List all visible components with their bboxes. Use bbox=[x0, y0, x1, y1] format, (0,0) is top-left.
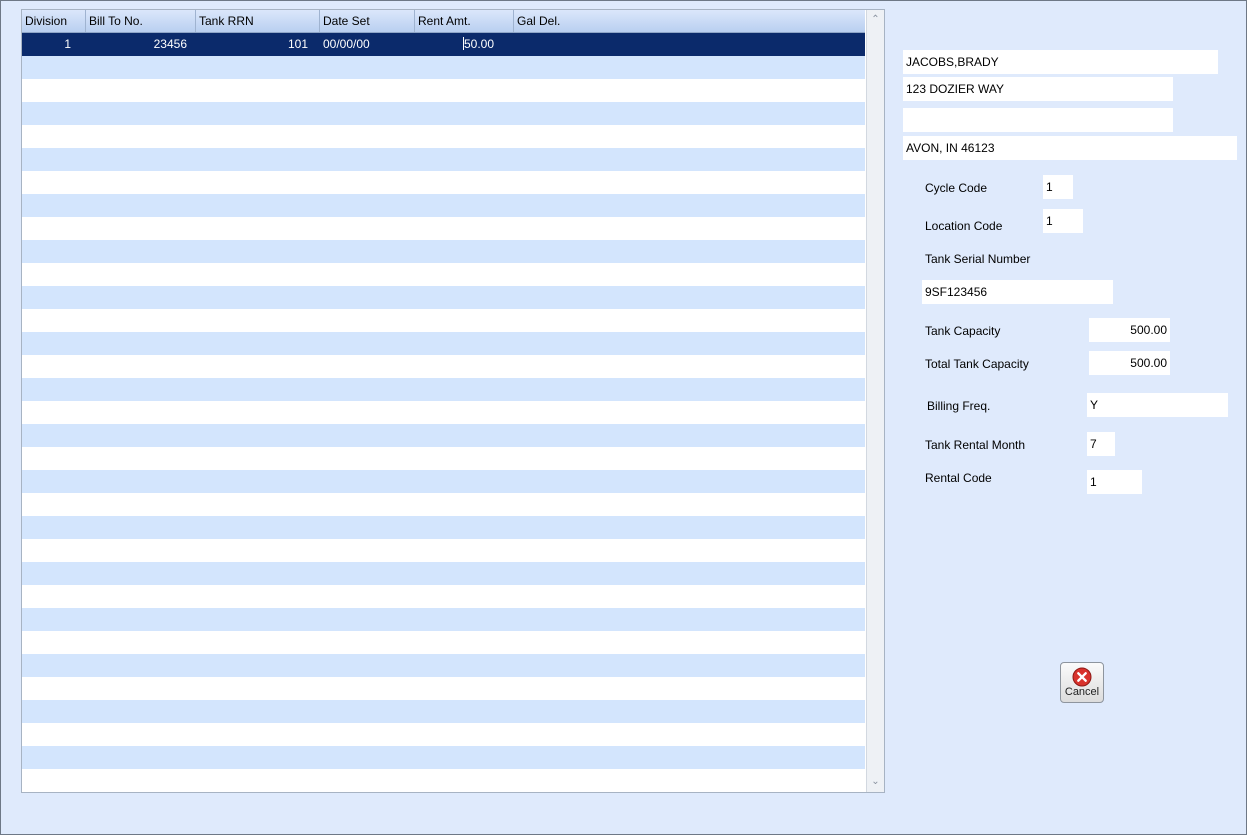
grid-rows: 1 23456 101 00/00/00 50.00 bbox=[22, 33, 865, 792]
table-row[interactable] bbox=[22, 723, 865, 746]
table-row[interactable] bbox=[22, 378, 865, 401]
billing-freq-field[interactable]: Y bbox=[1087, 393, 1228, 417]
table-row[interactable] bbox=[22, 217, 865, 240]
cell-division: 1 bbox=[64, 37, 71, 51]
table-row[interactable] bbox=[22, 125, 865, 148]
table-row[interactable] bbox=[22, 355, 865, 378]
column-header-division[interactable]: Division bbox=[22, 10, 86, 32]
address-line1-field[interactable]: 123 DOZIER WAY bbox=[903, 77, 1173, 101]
tank-serial-field[interactable]: 9SF123456 bbox=[922, 280, 1113, 304]
column-header-rent-amt[interactable]: Rent Amt. bbox=[415, 10, 514, 32]
rental-code-label: Rental Code bbox=[925, 471, 992, 485]
table-row[interactable] bbox=[22, 401, 865, 424]
rental-code-field[interactable]: 1 bbox=[1087, 470, 1142, 494]
table-row[interactable] bbox=[22, 631, 865, 654]
total-tank-capacity-field[interactable]: 500.00 bbox=[1089, 351, 1170, 375]
customer-name-field[interactable]: JACOBS,BRADY bbox=[903, 50, 1218, 74]
table-row[interactable] bbox=[22, 447, 865, 470]
city-state-zip-field[interactable]: AVON, IN 46123 bbox=[903, 136, 1237, 160]
table-row[interactable] bbox=[22, 516, 865, 539]
table-row[interactable] bbox=[22, 654, 865, 677]
tank-capacity-field[interactable]: 500.00 bbox=[1089, 318, 1170, 342]
cell-gal-del bbox=[514, 33, 634, 56]
column-header-gal-del[interactable]: Gal Del. bbox=[514, 10, 865, 32]
table-row[interactable] bbox=[22, 746, 865, 769]
location-code-field[interactable]: 1 bbox=[1043, 209, 1083, 233]
column-header-date-set[interactable]: Date Set bbox=[320, 10, 415, 32]
tank-capacity-label: Tank Capacity bbox=[925, 324, 1001, 338]
table-row[interactable] bbox=[22, 148, 865, 171]
tank-rental-month-field[interactable]: 7 bbox=[1087, 432, 1115, 456]
scroll-up-icon[interactable]: ⌃ bbox=[867, 12, 884, 28]
billing-freq-label: Billing Freq. bbox=[927, 399, 991, 413]
table-row[interactable] bbox=[22, 769, 865, 792]
cancel-button[interactable]: Cancel bbox=[1060, 662, 1104, 703]
table-row[interactable] bbox=[22, 539, 865, 562]
cell-rent-amt-value: 50.00 bbox=[464, 37, 495, 51]
table-row[interactable] bbox=[22, 470, 865, 493]
table-row[interactable] bbox=[22, 332, 865, 355]
column-header-tank-rrn[interactable]: Tank RRN bbox=[196, 10, 320, 32]
table-row[interactable] bbox=[22, 194, 865, 217]
table-row-selected[interactable]: 1 23456 101 00/00/00 50.00 bbox=[22, 33, 865, 56]
table-row[interactable] bbox=[22, 700, 865, 723]
table-row[interactable] bbox=[22, 102, 865, 125]
cell-bill-to-no: 23456 bbox=[153, 37, 187, 51]
table-row[interactable] bbox=[22, 56, 865, 79]
tank-rental-month-label: Tank Rental Month bbox=[925, 438, 1026, 452]
location-code-label: Location Code bbox=[925, 219, 1003, 233]
table-row[interactable] bbox=[22, 424, 865, 447]
grid-header: Division Bill To No. Tank RRN Date Set R… bbox=[22, 10, 865, 33]
scroll-down-icon[interactable]: ⌄ bbox=[867, 774, 884, 790]
table-row[interactable] bbox=[22, 677, 865, 700]
table-row[interactable] bbox=[22, 171, 865, 194]
grid-vertical-scrollbar[interactable]: ⌃ ⌄ bbox=[866, 10, 884, 792]
cancel-button-label: Cancel bbox=[1064, 686, 1100, 698]
cell-date-set: 00/00/00 bbox=[323, 37, 370, 51]
column-header-bill-to-no[interactable]: Bill To No. bbox=[86, 10, 196, 32]
table-row[interactable] bbox=[22, 585, 865, 608]
table-row[interactable] bbox=[22, 562, 865, 585]
table-row[interactable] bbox=[22, 263, 865, 286]
cycle-code-field[interactable]: 1 bbox=[1043, 175, 1073, 199]
address-line2-field[interactable] bbox=[903, 108, 1173, 132]
table-row[interactable] bbox=[22, 240, 865, 263]
table-row[interactable] bbox=[22, 286, 865, 309]
cycle-code-label: Cycle Code bbox=[925, 181, 988, 195]
table-row[interactable] bbox=[22, 79, 865, 102]
table-row[interactable] bbox=[22, 608, 865, 631]
tank-rental-grid[interactable]: Division Bill To No. Tank RRN Date Set R… bbox=[21, 9, 885, 793]
total-tank-capacity-label: Total Tank Capacity bbox=[925, 357, 1029, 371]
table-row[interactable] bbox=[22, 493, 865, 516]
tank-serial-label: Tank Serial Number bbox=[925, 252, 1031, 266]
table-row[interactable] bbox=[22, 309, 865, 332]
cell-tank-rrn: 101 bbox=[287, 37, 308, 51]
cancel-x-icon bbox=[1072, 667, 1092, 687]
